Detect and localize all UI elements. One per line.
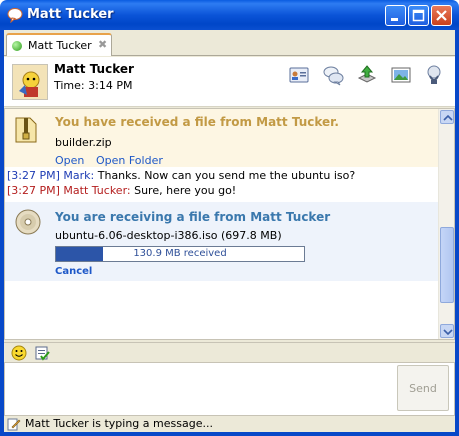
window-title: Matt Tucker <box>27 7 114 22</box>
cancel-transfer-link[interactable]: Cancel <box>55 266 92 277</box>
screenshot-icon[interactable] <box>390 64 412 86</box>
status-bar: Matt Tucker is typing a message... <box>4 416 455 432</box>
contact-time: Time: 3:14 PM <box>54 79 133 92</box>
emoticon-icon[interactable] <box>11 345 27 361</box>
contact-header: Matt Tucker Time: 3:14 PM <box>4 57 455 107</box>
online-status-icon <box>12 41 22 51</box>
receiving-file-name: ubuntu-6.06-desktop-i386.iso (697.8 MB) <box>55 229 282 242</box>
message-input[interactable]: Send <box>4 362 455 416</box>
typing-status-text: Matt Tucker is typing a message... <box>25 417 213 430</box>
received-file-name: builder.zip <box>55 136 112 149</box>
tab-label: Matt Tucker <box>28 39 92 52</box>
file-received-panel: You have received a file from Matt Tucke… <box>5 109 438 167</box>
contact-card-icon[interactable] <box>288 64 310 86</box>
message-timestamp: [3:27 PM] <box>7 184 60 197</box>
tab-close-icon[interactable]: ✖ <box>98 38 107 51</box>
message-sender: Mark: <box>63 169 95 182</box>
tab-strip: Matt Tucker ✖ <box>4 30 455 56</box>
open-folder-link[interactable]: Open Folder <box>96 154 163 167</box>
chat-message: [3:27 PM] Mark: Thanks. Now can you send… <box>7 169 355 182</box>
message-text: Thanks. Now can you send me the ubuntu i… <box>94 169 356 182</box>
chat-transcript[interactable]: You have received a file from Matt Tucke… <box>4 108 455 340</box>
transfer-received-title: You have received a file from Matt Tucke… <box>55 115 339 129</box>
progress-text: 130.9 MB received <box>133 248 227 259</box>
contact-name: Matt Tucker <box>54 62 134 76</box>
avatar <box>12 64 48 100</box>
tab-matt-tucker[interactable]: Matt Tucker ✖ <box>6 33 112 56</box>
chat-window: Matt Tucker ✖ Matt Tucker Time: 3:14 PM <box>4 30 455 432</box>
maximize-button[interactable] <box>408 5 429 26</box>
input-toolbar <box>4 342 455 362</box>
phone-icon[interactable] <box>423 64 445 86</box>
send-button[interactable]: Send <box>397 365 449 411</box>
minimize-button[interactable] <box>385 5 406 26</box>
transfer-receiving-title: You are receiving a file from Matt Tucke… <box>55 210 331 224</box>
download-progress-bar: 130.9 MB received <box>55 246 305 262</box>
scroll-thumb[interactable] <box>440 227 454 303</box>
message-text: Sure, here you go! <box>130 184 237 197</box>
window-frame-right <box>455 30 459 436</box>
window-frame-bottom <box>0 432 459 436</box>
close-button[interactable] <box>431 5 452 26</box>
title-bar: Matt Tucker <box>0 0 459 30</box>
send-file-icon[interactable] <box>356 64 378 86</box>
open-file-link[interactable]: Open <box>55 154 84 167</box>
disc-icon <box>14 208 42 236</box>
chat-bubbles-icon[interactable] <box>322 64 344 86</box>
message-sender: Matt Tucker: <box>63 184 131 197</box>
chat-message: [3:27 PM] Matt Tucker: Sure, here you go… <box>7 184 236 197</box>
vertical-scrollbar[interactable] <box>438 109 454 339</box>
scroll-down-button[interactable] <box>440 324 454 338</box>
message-timestamp: [3:27 PM] <box>7 169 60 182</box>
scroll-up-button[interactable] <box>440 110 454 124</box>
zip-file-icon <box>13 115 39 145</box>
chat-bubble-icon <box>7 7 23 24</box>
typing-pencil-icon <box>7 417 21 431</box>
spellcheck-icon[interactable] <box>34 345 50 361</box>
file-receiving-panel: You are receiving a file from Matt Tucke… <box>5 202 438 281</box>
